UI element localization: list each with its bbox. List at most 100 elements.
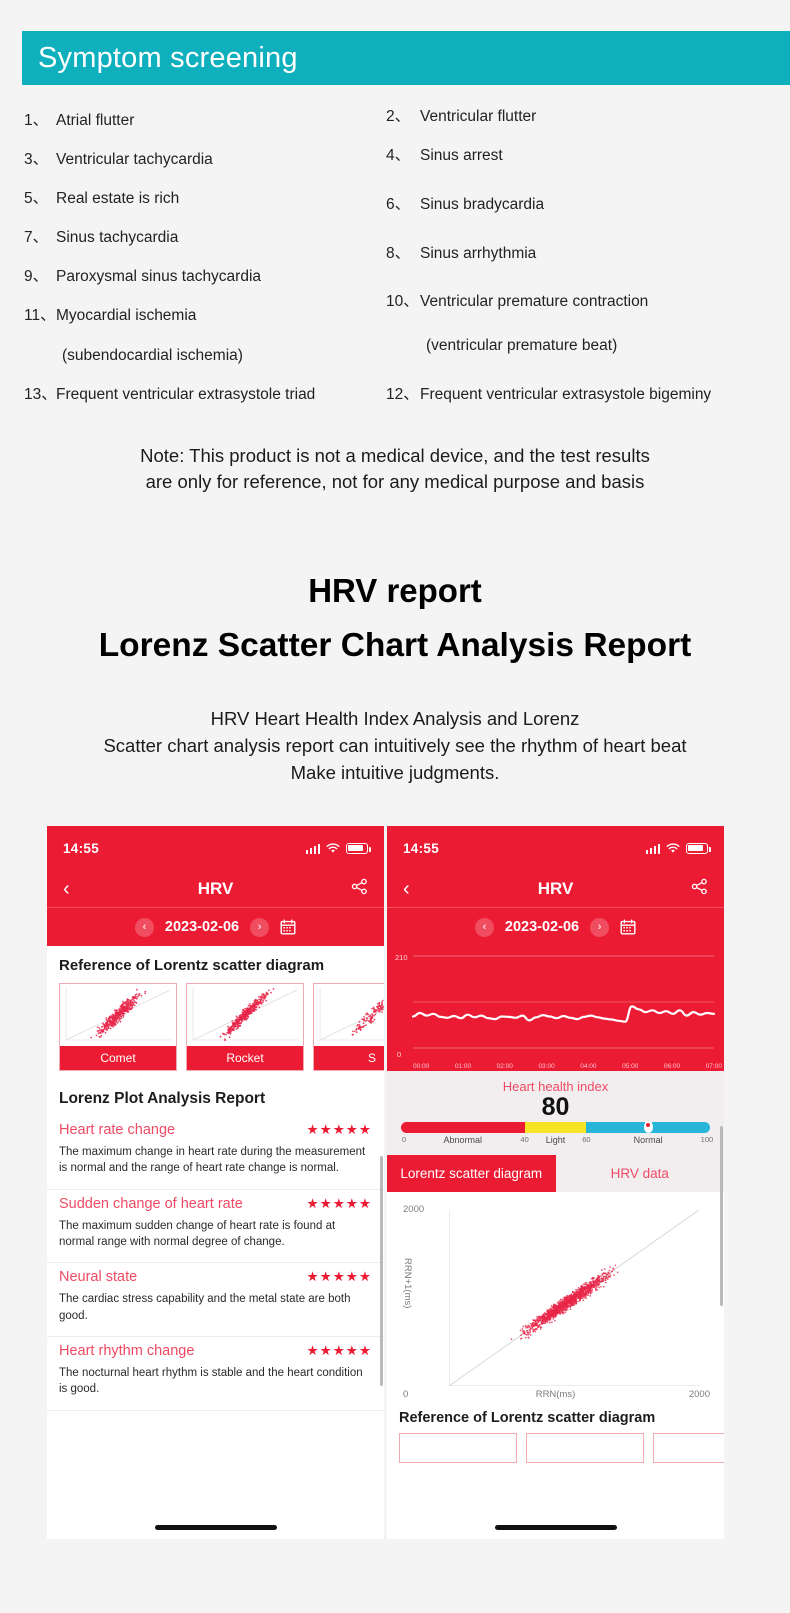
symptom-number: 8、 [386, 245, 411, 262]
scatter-y-max-label: 2000 [403, 1204, 425, 1216]
status-bar: 14:55 [47, 826, 384, 870]
report-item-description: The maximum change in heart rate during … [59, 1146, 366, 1175]
nav-bar: ‹ HRV [387, 870, 724, 908]
report-item-header: Neural state ★★★★★ [59, 1269, 372, 1285]
symptom-item: 6、 Sinus bradycardia [386, 196, 544, 215]
symptom-item: 1、 Atrial flutter [24, 112, 134, 131]
report-item-header: Sudden change of heart rate ★★★★★ [59, 1196, 372, 1212]
nav-title: HRV [537, 878, 574, 898]
chart-x-tick: 01:00 [454, 1063, 472, 1070]
report-item-description: The cardiac stress capability and the me… [59, 1293, 351, 1322]
note-line-2: are only for reference, not for any medi… [145, 470, 645, 492]
reference-thumbnail[interactable] [399, 1433, 517, 1464]
prev-day-button[interactable]: ‹ [474, 917, 494, 937]
reference-thumbnail[interactable]: S [313, 983, 384, 1071]
symptom-item: (ventricular premature beat) [386, 337, 617, 356]
report-item-header: Heart rate change ★★★★★ [59, 1122, 372, 1138]
chart-x-tick: 00:00 [413, 1063, 430, 1070]
report-item-rating: ★★★★★ [306, 1342, 372, 1358]
report-item-name: Heart rhythm change [59, 1342, 195, 1359]
symptom-text: Myocardial ischemia [56, 307, 197, 324]
heart-health-index-panel: Heart health index 80 0 40 60 100 Abnormal Li… [387, 1071, 724, 1156]
reference-thumbnail-label: Comet [60, 1046, 176, 1070]
symptom-text: (ventricular premature beat) [426, 337, 618, 354]
reference-thumbnail-plot [314, 984, 384, 1046]
calendar-icon[interactable] [280, 919, 296, 935]
chart-x-labels: 00:00 01:00 02:00 03:00 04:00 05:00 06:00 07:00 [413, 1063, 722, 1070]
next-day-button[interactable]: › [250, 917, 270, 937]
share-icon[interactable] [351, 878, 368, 900]
symptom-item: 9、 Paroxysmal sinus tachycardia [24, 268, 261, 287]
symptom-text: Paroxysmal sinus tachycardia [56, 268, 262, 285]
symptom-item: 10、Ventricular premature contraction [386, 293, 648, 312]
intro-line-3: Make intuitive judgments. [290, 762, 500, 784]
gauge-bar [401, 1122, 710, 1134]
symptom-item: 7、 Sinus tachycardia [24, 229, 178, 248]
symptom-text: Sinus bradycardia [420, 196, 545, 213]
status-time: 14:55 [403, 840, 440, 856]
reference-thumbnail-label: Rocket [187, 1046, 303, 1070]
selected-date: 2023-02-06 [164, 919, 240, 935]
report-item-rating: ★★★★★ [306, 1195, 372, 1211]
calendar-icon[interactable] [620, 919, 636, 935]
symptom-item: 8、 Sinus arrhythmia [386, 245, 536, 264]
analysis-report-item: Sudden change of heart rate ★★★★★ The maxi… [47, 1190, 384, 1264]
symptom-text: Ventricular flutter [420, 108, 537, 125]
date-selector: ‹ 2023-02-06 › [47, 908, 384, 946]
share-icon[interactable] [691, 878, 708, 900]
symptom-number: 5、 [24, 190, 49, 207]
scatter-x-axis-label: RRN(ms) [535, 1389, 576, 1401]
reference-thumbnails: Comet Rocket S [47, 983, 384, 1071]
next-day-button[interactable]: › [590, 917, 610, 937]
waveform-svg [411, 955, 716, 1049]
phone-mockup-right: 14:55 ‹ HRV ‹ 2023-02-06 › 210 0 00:00 0… [387, 826, 724, 1539]
symptom-text: Frequent ventricular extrasystole bigemi… [420, 386, 712, 403]
symptom-text: Sinus arrest [420, 147, 503, 164]
phone-mockup-left: 14:55 ‹ HRV ‹ 2023-02-06 › Reference of … [47, 826, 384, 1539]
scrollbar[interactable] [380, 1156, 383, 1386]
page-root: Symptom screening 1、 Atrial flutter 3、 Vent… [0, 0, 790, 1613]
symptom-number: 9、 [24, 268, 49, 285]
signal-bars-icon [305, 843, 320, 854]
symptom-number: 10、 [386, 293, 419, 310]
date-selector: ‹ 2023-02-06 › [387, 908, 724, 946]
symptom-item: 13、Frequent ventricular extrasystole tri… [24, 386, 315, 405]
symptom-number: 1、 [24, 112, 49, 129]
back-button[interactable]: ‹ [63, 879, 70, 899]
scrollbar[interactable] [720, 1126, 723, 1306]
chart-x-tick: 07:00 [705, 1063, 722, 1070]
nav-title: HRV [197, 878, 234, 898]
lorenz-report-heading: Lorenz Scatter Chart Analysis Report [98, 627, 692, 664]
banner-title: Symptom screening [38, 41, 298, 74]
symptom-list: 1、 Atrial flutter 3、 Ventricular tachycardi… [0, 100, 790, 420]
report-item-name: Neural state [59, 1269, 138, 1286]
reference-thumbnail[interactable] [653, 1433, 724, 1464]
symptom-text: Real estate is rich [56, 190, 180, 207]
scatter-plot: 2000 RRN+1(ms) 0 RRN(ms) 2000 [401, 1202, 710, 1401]
health-gauge: 0 40 60 100 Abnormal Light Normal [387, 1120, 724, 1149]
symptom-number: 6、 [386, 196, 411, 213]
chart-tabs: Lorentz scatter diagram HRV data [387, 1155, 724, 1193]
symptom-text: Ventricular tachycardia [56, 151, 213, 168]
symptom-item: 5、 Real estate is rich [24, 190, 179, 209]
reference-thumbnail[interactable]: Rocket [186, 983, 304, 1071]
report-item-description: The maximum sudden change of heart rate … [59, 1219, 336, 1248]
symptom-item: 4、 Sinus arrest [386, 147, 503, 166]
gauge-zone-label: Light [545, 1135, 566, 1146]
back-button[interactable]: ‹ [403, 879, 410, 899]
gauge-zone-abnormal [401, 1122, 525, 1134]
tab-lorentz-scatter-diagram[interactable]: Lorentz scatter diagram [387, 1155, 556, 1193]
report-item-name: Heart rate change [59, 1122, 176, 1138]
prev-day-button[interactable]: ‹ [134, 917, 154, 937]
symptom-text: Sinus tachycardia [56, 229, 179, 246]
symptom-text: Atrial flutter [56, 112, 135, 129]
reference-thumbnail[interactable]: Comet [59, 983, 177, 1071]
tab-hrv-data[interactable]: HRV data [555, 1155, 724, 1193]
report-item-header: Heart rhythm change ★★★★★ [59, 1343, 372, 1359]
health-index-label: Heart health index [502, 1079, 609, 1094]
intro-line-2: Scatter chart analysis report can intuit… [103, 735, 687, 757]
reference-thumbnail[interactable] [526, 1433, 644, 1464]
symptom-number: 12、 [386, 386, 419, 403]
phone-mockups: 14:55 ‹ HRV ‹ 2023-02-06 › Reference of … [0, 826, 790, 1546]
symptom-item: 2、 Ventricular flutter [386, 108, 536, 127]
